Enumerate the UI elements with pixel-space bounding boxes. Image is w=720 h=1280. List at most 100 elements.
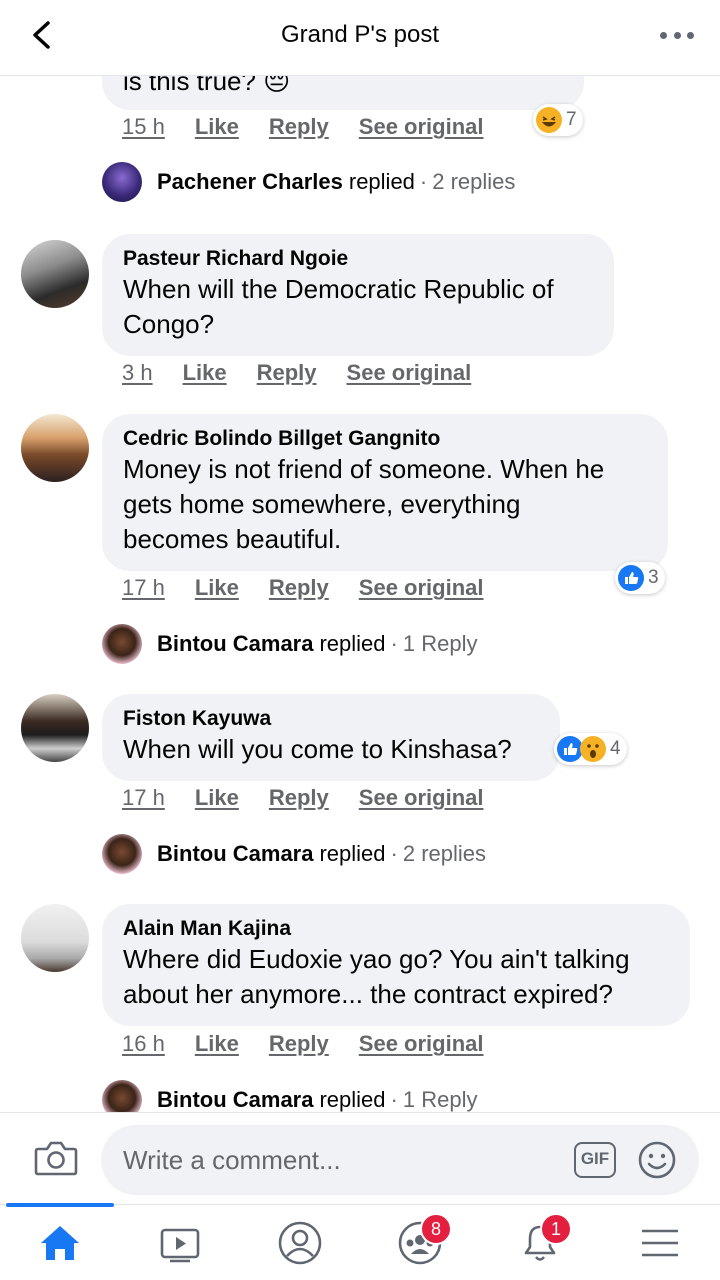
comment-input-container[interactable]: GIF bbox=[101, 1125, 699, 1195]
comment-actions: 15 h Like Reply See original bbox=[122, 114, 484, 140]
separator: · bbox=[419, 169, 428, 194]
comments-feed[interactable]: is this true? 😔 15 h Like Reply See orig… bbox=[0, 76, 720, 1112]
view-replies-link[interactable]: Bintou Camara replied · 2 replies bbox=[102, 834, 486, 874]
like-button[interactable]: Like bbox=[195, 785, 239, 811]
page-title: Grand P's post bbox=[281, 21, 439, 48]
reply-verb: replied bbox=[319, 1087, 386, 1112]
avatar[interactable] bbox=[21, 240, 89, 308]
reply-verb: replied bbox=[319, 631, 386, 656]
comment-time[interactable]: 17 h bbox=[122, 575, 165, 601]
comment-bubble: Fiston Kayuwa When will you come to Kins… bbox=[102, 694, 560, 781]
comment-bubble: Cedric Bolindo Billget Gangnito Money is… bbox=[102, 414, 668, 571]
comment-bubble: is this true? 😔 bbox=[102, 76, 584, 110]
active-tab-indicator bbox=[6, 1203, 114, 1207]
comment-actions: 17 h Like Reply See original bbox=[122, 785, 484, 811]
comment-text: becomes beautiful. bbox=[123, 524, 342, 554]
comment-author[interactable]: Alain Man Kajina bbox=[123, 916, 668, 942]
reaction-summary[interactable]: 4 bbox=[554, 733, 627, 765]
reply-count: 2 replies bbox=[402, 841, 487, 866]
separator: · bbox=[390, 631, 398, 656]
comment-text: is this true? 😔 bbox=[123, 76, 291, 96]
see-original-button[interactable]: See original bbox=[359, 575, 484, 601]
comment-author[interactable]: Fiston Kayuwa bbox=[123, 706, 538, 732]
like-button[interactable]: Like bbox=[195, 575, 239, 601]
separator: · bbox=[390, 841, 398, 866]
avatar[interactable] bbox=[21, 694, 89, 762]
comment-text: Money is not friend of someone. When he bbox=[123, 454, 605, 484]
notifications-badge: 1 bbox=[540, 1213, 572, 1245]
reply-author: Bintou Camara bbox=[157, 631, 314, 656]
like-button[interactable]: Like bbox=[183, 360, 227, 386]
reply-count: 1 Reply bbox=[402, 1087, 478, 1112]
more-options-icon[interactable] bbox=[660, 20, 694, 50]
comment-text: Congo? bbox=[123, 309, 215, 339]
reply-button[interactable]: Reply bbox=[269, 785, 329, 811]
reply-button[interactable]: Reply bbox=[269, 114, 329, 140]
camera-icon[interactable] bbox=[34, 1138, 78, 1178]
comment-time[interactable]: 3 h bbox=[122, 360, 153, 386]
avatar bbox=[102, 1080, 142, 1112]
avatar[interactable] bbox=[21, 414, 89, 482]
comment-bubble: Alain Man Kajina Where did Eudoxie yao g… bbox=[102, 904, 690, 1026]
comment-actions: 3 h Like Reply See original bbox=[122, 360, 471, 386]
reaction-summary[interactable]: 7 bbox=[533, 104, 583, 136]
wow-icon bbox=[580, 736, 606, 762]
groups-icon[interactable]: 8 bbox=[396, 1213, 452, 1267]
see-original-button[interactable]: See original bbox=[347, 360, 472, 386]
reply-count: 1 Reply bbox=[402, 631, 478, 656]
comment-time[interactable]: 17 h bbox=[122, 785, 165, 811]
reply-count: 2 replies bbox=[432, 169, 516, 194]
groups-badge: 8 bbox=[420, 1213, 452, 1245]
reaction-count: 4 bbox=[610, 738, 621, 759]
avatar bbox=[102, 162, 142, 202]
emoji-icon[interactable] bbox=[637, 1140, 677, 1180]
top-bar: Grand P's post bbox=[0, 0, 720, 76]
reply-button[interactable]: Reply bbox=[257, 360, 317, 386]
comment-input[interactable] bbox=[123, 1139, 543, 1181]
avatar bbox=[102, 624, 142, 664]
comment-actions: 16 h Like Reply See original bbox=[122, 1031, 484, 1057]
comment-time[interactable]: 16 h bbox=[122, 1031, 165, 1057]
comment-text: When will the Democratic Republic of bbox=[123, 274, 554, 304]
comment-text: When will you come to Kinshasa? bbox=[123, 734, 512, 764]
comment-text: Where did Eudoxie yao go? You ain't talk… bbox=[123, 944, 630, 974]
see-original-button[interactable]: See original bbox=[359, 114, 484, 140]
comment-author[interactable]: Cedric Bolindo Billget Gangnito bbox=[123, 426, 646, 452]
reaction-count: 3 bbox=[648, 567, 659, 588]
watch-icon[interactable] bbox=[156, 1219, 204, 1267]
avatar bbox=[102, 834, 142, 874]
home-icon[interactable] bbox=[36, 1219, 84, 1267]
view-replies-link[interactable]: Bintou Camara replied · 1 Reply bbox=[102, 1080, 477, 1112]
reaction-count: 7 bbox=[566, 109, 577, 130]
separator: · bbox=[390, 1087, 398, 1112]
reply-author: Bintou Camara bbox=[157, 1087, 314, 1112]
haha-icon bbox=[536, 107, 562, 133]
comment-text: gets home somewhere, everything bbox=[123, 489, 521, 519]
view-replies-link[interactable]: Bintou Camara replied · 1 Reply bbox=[102, 624, 477, 664]
bottom-navigation: 8 1 bbox=[0, 1203, 720, 1280]
see-original-button[interactable]: See original bbox=[359, 785, 484, 811]
view-replies-link[interactable]: Pachener Charles replied · 2 replies bbox=[102, 162, 515, 202]
see-original-button[interactable]: See original bbox=[359, 1031, 484, 1057]
reply-button[interactable]: Reply bbox=[269, 575, 329, 601]
comment-actions: 17 h Like Reply See original bbox=[122, 575, 484, 601]
reply-author: Bintou Camara bbox=[157, 841, 314, 866]
gif-button[interactable]: GIF bbox=[574, 1142, 616, 1178]
reply-button[interactable]: Reply bbox=[269, 1031, 329, 1057]
comment-author[interactable]: Pasteur Richard Ngoie bbox=[123, 246, 592, 272]
comment-text: about her anymore... the contract expire… bbox=[123, 979, 613, 1009]
comment-time[interactable]: 15 h bbox=[122, 114, 165, 140]
like-button[interactable]: Like bbox=[195, 1031, 239, 1057]
like-button[interactable]: Like bbox=[195, 114, 239, 140]
menu-icon[interactable] bbox=[636, 1219, 684, 1267]
reaction-summary[interactable]: 3 bbox=[615, 562, 665, 594]
reply-author: Pachener Charles bbox=[157, 169, 343, 194]
avatar[interactable] bbox=[21, 904, 89, 972]
reply-verb: replied bbox=[348, 169, 415, 194]
reply-verb: replied bbox=[319, 841, 386, 866]
like-icon bbox=[618, 565, 644, 591]
comment-composer: GIF bbox=[0, 1112, 720, 1204]
comment-bubble: Pasteur Richard Ngoie When will the Demo… bbox=[102, 234, 614, 356]
profile-icon[interactable] bbox=[276, 1219, 324, 1267]
notifications-icon[interactable]: 1 bbox=[516, 1213, 572, 1267]
